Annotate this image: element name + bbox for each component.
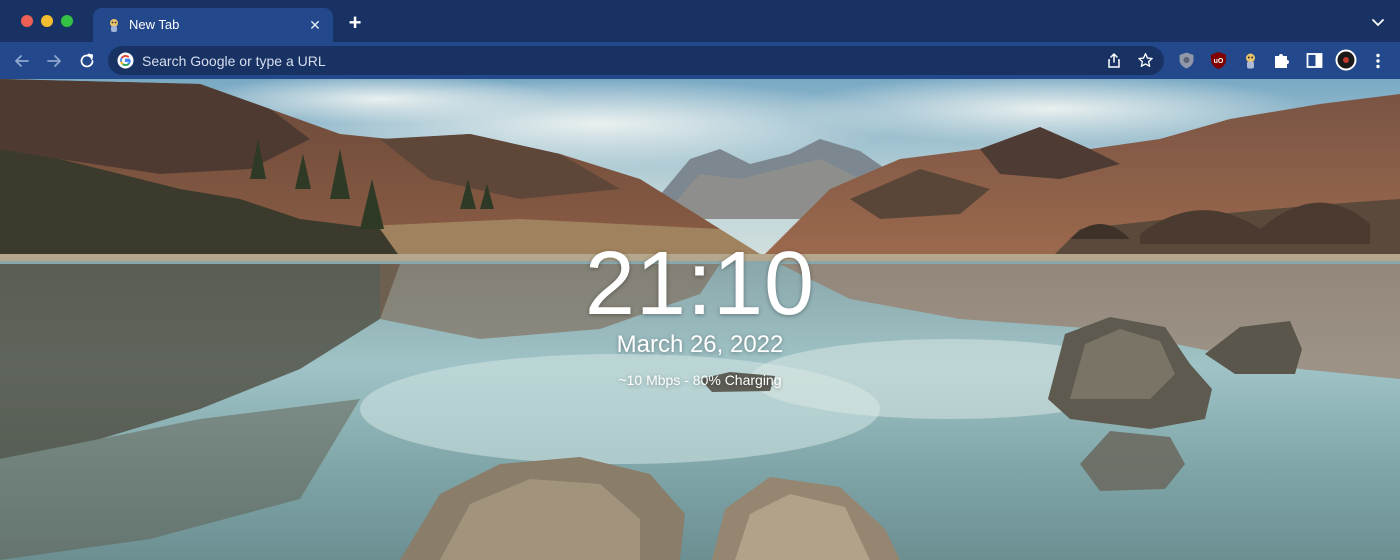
share-icon[interactable] [1106, 52, 1122, 69]
clock-widget: 21:10 March 26, 2022 ~10 Mbps - 80% Char… [500, 234, 900, 389]
side-panel-icon[interactable] [1305, 51, 1324, 70]
extension-mascot-icon [110, 19, 118, 32]
omnibox-placeholder: Search Google or type a URL [142, 53, 326, 69]
browser-window: New Tab ✕ + Search Google or type a URL … [0, 0, 1400, 560]
star-icon[interactable] [1137, 52, 1154, 69]
mascot-extension-icon[interactable] [1241, 51, 1260, 70]
new-tab-page: 21:10 March 26, 2022 ~10 Mbps - 80% Char… [0, 79, 1400, 560]
privacy-extension-icon[interactable] [1177, 51, 1196, 70]
new-tab-button[interactable]: + [344, 12, 366, 35]
tab-title: New Tab [129, 17, 180, 32]
puzzle-icon[interactable] [1272, 51, 1291, 70]
maximize-window-button[interactable] [61, 15, 73, 27]
google-logo-icon [117, 52, 134, 69]
tab-new-tab[interactable]: New Tab ✕ [93, 8, 333, 42]
svg-text:uO: uO [1214, 58, 1224, 65]
toolbar: Search Google or type a URL uO [0, 42, 1400, 79]
forward-arrow-icon[interactable] [44, 51, 64, 71]
minimize-window-button[interactable] [41, 15, 53, 27]
address-bar[interactable]: Search Google or type a URL [108, 46, 1164, 75]
close-window-button[interactable] [21, 15, 33, 27]
clock-time: 21:10 [584, 234, 816, 334]
back-arrow-icon[interactable] [12, 51, 32, 71]
close-tab-icon[interactable]: ✕ [306, 16, 324, 34]
ublock-origin-icon[interactable]: uO [1209, 51, 1228, 70]
chevron-down-icon[interactable] [1370, 14, 1386, 30]
tab-strip: New Tab ✕ + [0, 0, 1400, 42]
clock-date: March 26, 2022 [616, 331, 784, 358]
kebab-menu-icon[interactable] [1368, 51, 1388, 71]
reload-icon[interactable] [77, 51, 97, 71]
avatar[interactable] [1335, 49, 1357, 71]
status-line: ~10 Mbps - 80% Charging [618, 372, 782, 388]
